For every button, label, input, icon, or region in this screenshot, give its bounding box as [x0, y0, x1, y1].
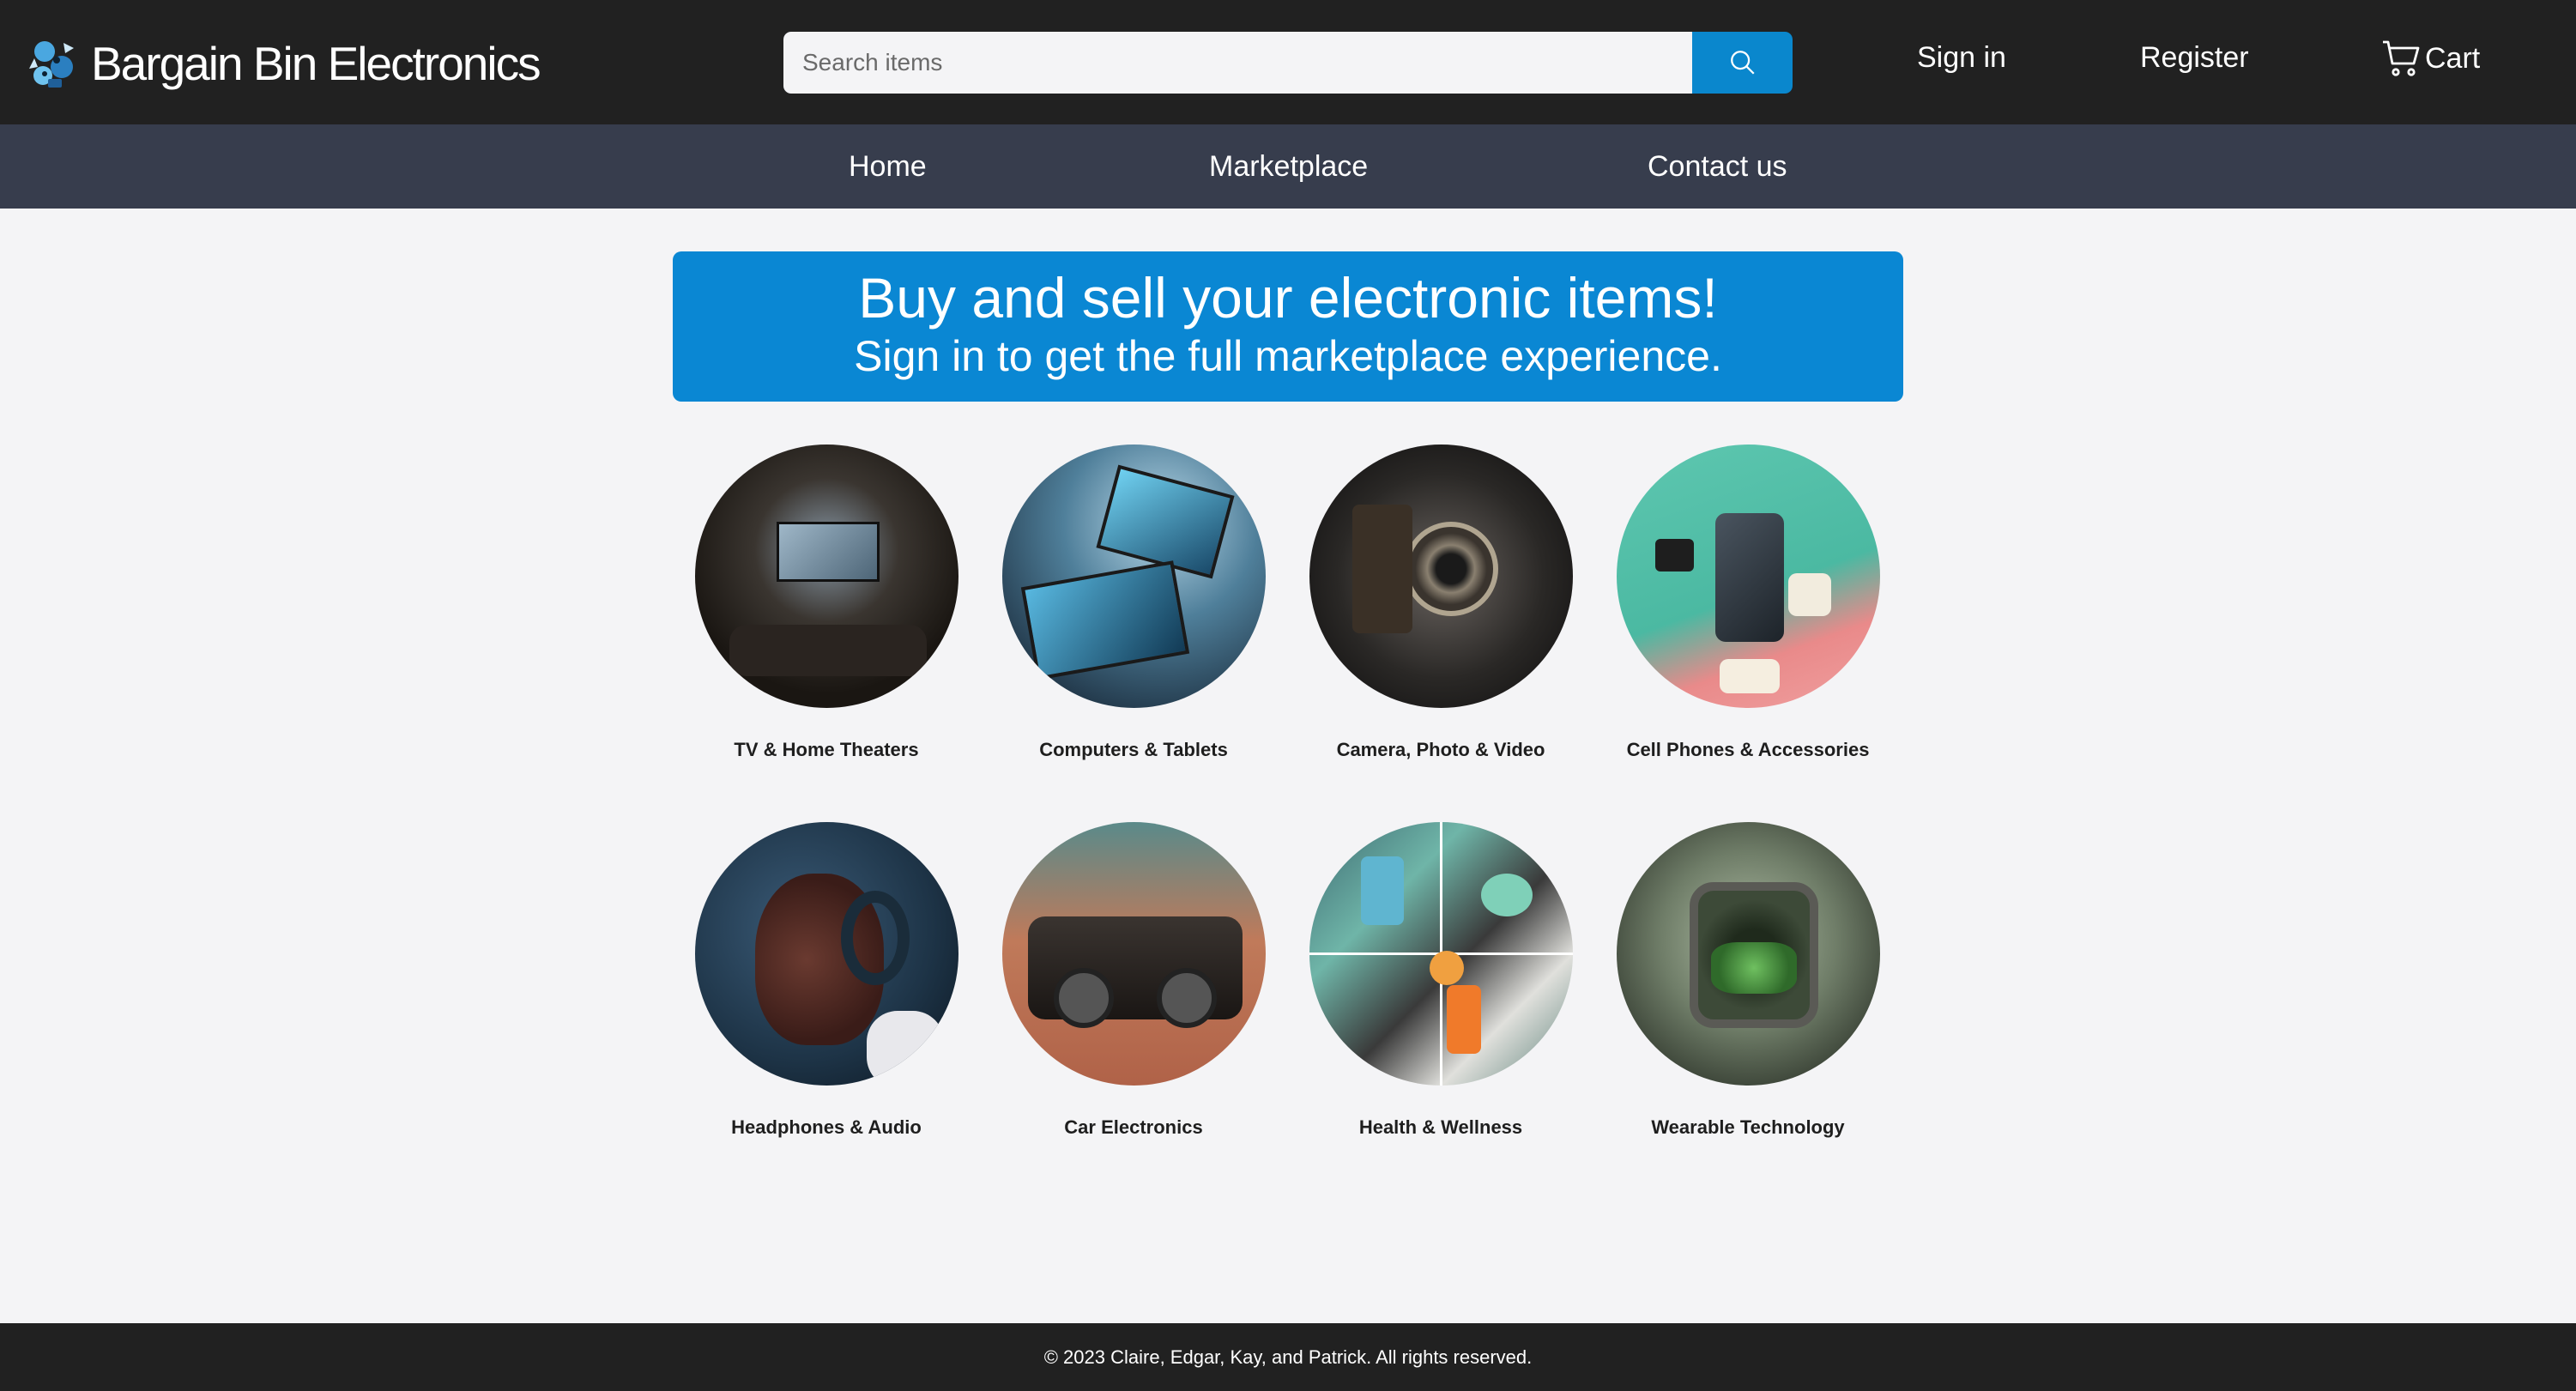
category-label: TV & Home Theaters: [734, 739, 919, 760]
category-label: Headphones & Audio: [731, 1116, 922, 1138]
category-wearable-technology[interactable]: Wearable Technology: [1602, 822, 1894, 1139]
category-image: [1001, 445, 1266, 708]
category-computers-tablets[interactable]: Computers & Tablets: [988, 445, 1279, 761]
register-link[interactable]: Register: [2140, 41, 2249, 75]
category-label: Cell Phones & Accessories: [1626, 739, 1870, 760]
search-bar: [783, 32, 1793, 94]
category-label: Wearable Technology: [1651, 1116, 1845, 1138]
nav-marketplace[interactable]: Marketplace: [1209, 150, 1368, 184]
hero-banner: Buy and sell your electronic items! Sign…: [673, 251, 1903, 402]
main-nav: Home Marketplace Contact us: [0, 124, 2576, 209]
top-header: Bargain Bin Electronics Sign in Register…: [0, 0, 2576, 124]
category-cell-phones-accessories[interactable]: Cell Phones & Accessories: [1602, 445, 1894, 761]
category-label: Camera, Photo & Video: [1336, 739, 1545, 760]
category-label: Car Electronics: [1064, 1116, 1203, 1138]
brand-logo[interactable]: Bargain Bin Electronics: [26, 31, 541, 96]
category-image: [1001, 822, 1266, 1086]
category-image: [694, 445, 958, 708]
nav-contact[interactable]: Contact us: [1648, 150, 1787, 184]
cart-icon: [2383, 40, 2420, 76]
category-label: Computers & Tablets: [1039, 739, 1228, 760]
nav-home[interactable]: Home: [849, 150, 927, 184]
search-input[interactable]: [783, 32, 1692, 94]
search-button[interactable]: [1692, 32, 1793, 94]
cart-link[interactable]: Cart: [2380, 38, 2480, 79]
category-image: [1309, 445, 1573, 708]
hero-subtitle: Sign in to get the full marketplace expe…: [854, 332, 1722, 381]
search-icon: [1730, 51, 1755, 75]
category-tv-home-theaters[interactable]: TV & Home Theaters: [680, 445, 972, 761]
logo-recycle-icon: [29, 41, 74, 88]
category-image: [1616, 445, 1880, 708]
category-headphones-audio[interactable]: Headphones & Audio: [680, 822, 972, 1139]
category-image: [1309, 822, 1573, 1086]
category-car-electronics[interactable]: Car Electronics: [988, 822, 1279, 1139]
cart-label: Cart: [2425, 41, 2481, 75]
footer-copyright: © 2023 Claire, Edgar, Kay, and Patrick. …: [1043, 1346, 1533, 1368]
sign-in-link[interactable]: Sign in: [1917, 41, 2006, 75]
hero-title: Buy and sell your electronic items!: [858, 266, 1718, 330]
category-image: [1616, 822, 1880, 1086]
footer: © 2023 Claire, Edgar, Kay, and Patrick. …: [0, 1323, 2576, 1391]
category-image: [694, 822, 958, 1086]
category-camera-photo-video[interactable]: Camera, Photo & Video: [1295, 445, 1587, 761]
category-health-wellness[interactable]: Health & Wellness: [1295, 822, 1587, 1139]
brand-name: Bargain Bin Electronics: [91, 37, 541, 90]
category-label: Health & Wellness: [1358, 1116, 1523, 1138]
